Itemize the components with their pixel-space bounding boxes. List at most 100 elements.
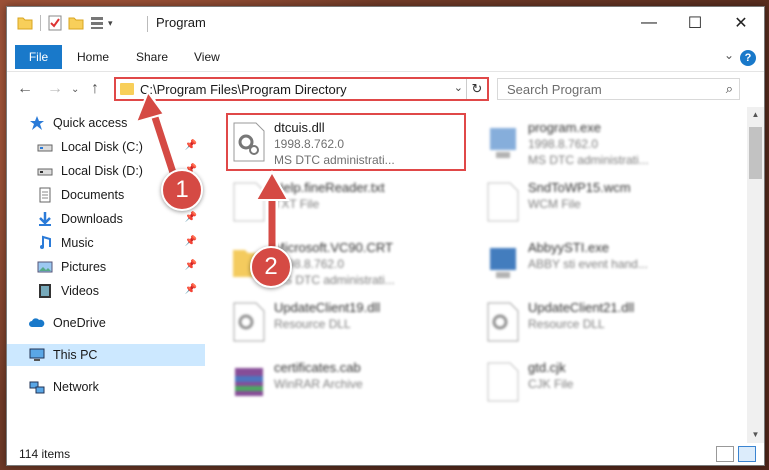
file-item-abbyysti-exe[interactable]: AbbyySTI.exe ABBY sti event hand... (480, 237, 720, 287)
file-description: MS DTC administrati... (274, 273, 395, 287)
tab-home[interactable]: Home (77, 50, 109, 64)
file-name: UpdateClient19.dll (274, 300, 381, 315)
sidebar-item-label: Network (53, 380, 99, 394)
window-title: Program (147, 15, 206, 32)
forward-button[interactable]: → (47, 80, 63, 98)
sidebar-item-label: Documents (61, 188, 125, 202)
sidebar-item-videos[interactable]: Videos 📌 (37, 280, 205, 302)
large-icons-view-icon[interactable] (738, 446, 756, 462)
file-name: program.exe (528, 120, 601, 135)
pictures-icon (37, 261, 53, 273)
recent-locations-icon[interactable]: ⌄ (71, 84, 79, 95)
file-item-gtd-cjk[interactable]: gtd.cjk CJK File (480, 357, 720, 407)
vertical-scrollbar[interactable]: ▲ ▼ (747, 107, 764, 443)
dll-icon (487, 302, 519, 342)
sidebar-item-network[interactable]: Network (29, 376, 205, 398)
exe-icon (490, 128, 516, 158)
sidebar-item-label: Quick access (53, 116, 128, 130)
status-bar: 114 items (7, 443, 764, 465)
highlight-box (226, 113, 466, 171)
file-type: Resource DLL (528, 317, 605, 331)
maximize-button[interactable]: ☐ (672, 7, 718, 38)
download-icon (39, 212, 51, 226)
title-bar: ▾ Program — ☐ ✕ (7, 7, 764, 38)
new-folder-icon[interactable] (68, 15, 84, 31)
sidebar-item-onedrive[interactable]: OneDrive (29, 312, 205, 334)
scroll-up-icon[interactable]: ▲ (747, 107, 764, 123)
tab-file[interactable]: File (15, 45, 62, 69)
divider (40, 15, 41, 31)
file-item-certificates-cab[interactable]: certificates.cab WinRAR Archive (226, 357, 466, 407)
callout-2: 2 (250, 246, 292, 288)
back-button[interactable]: ← (17, 80, 33, 98)
pin-icon[interactable]: 📌 (185, 236, 197, 247)
exe-icon (490, 248, 516, 278)
refresh-button[interactable]: ↻ (466, 79, 487, 99)
customize-icon[interactable] (89, 15, 105, 31)
scroll-down-icon[interactable]: ▼ (747, 427, 764, 443)
sidebar-item-downloads[interactable]: Downloads 📌 (37, 208, 205, 230)
star-icon (30, 116, 44, 130)
dll-icon (233, 302, 265, 342)
documents-icon (39, 187, 51, 203)
file-description: MS DTC administrati... (528, 153, 649, 167)
file-type: WinRAR Archive (274, 377, 363, 391)
file-name: AbbyySTI.exe (528, 240, 609, 255)
file-version: 1998.8.762.0 (528, 137, 599, 151)
search-placeholder: Search Program (507, 82, 602, 97)
sidebar-item-label: Music (61, 236, 94, 250)
pin-icon[interactable]: 📌 (185, 212, 197, 223)
sidebar-item-music[interactable]: Music 📌 (37, 232, 205, 254)
file-icon (487, 182, 519, 222)
divider (147, 15, 148, 32)
file-name: UpdateClient21.dll (528, 300, 635, 315)
sidebar-item-this-pc[interactable]: This PC (7, 344, 205, 366)
sidebar-item-label: OneDrive (53, 316, 106, 330)
sidebar-item-pictures[interactable]: Pictures 📌 (37, 256, 205, 278)
drive-icon (37, 168, 53, 176)
file-type: CJK File (528, 377, 574, 391)
tab-view[interactable]: View (194, 50, 220, 64)
file-name: SndToWP15.wcm (528, 180, 631, 195)
cloud-icon (29, 318, 45, 327)
file-type: WCM File (528, 197, 581, 211)
sidebar-item-label: This PC (53, 348, 98, 362)
chevron-down-icon[interactable]: ⌄ (454, 81, 463, 94)
archive-icon (235, 368, 263, 396)
close-button[interactable]: ✕ (718, 7, 764, 38)
drive-icon (37, 144, 53, 152)
file-explorer-window: ▾ Program — ☐ ✕ File Home Share View ⌄ ?… (6, 6, 765, 466)
sidebar-item-label: Pictures (61, 260, 107, 274)
computer-icon (29, 348, 45, 361)
music-icon (40, 235, 51, 249)
properties-icon[interactable] (47, 15, 63, 31)
window-title-text: Program (156, 15, 206, 30)
up-button[interactable]: ↑ (91, 80, 99, 98)
callout-1: 1 (161, 169, 203, 211)
pin-icon[interactable]: 📌 (185, 260, 197, 271)
scroll-thumb[interactable] (749, 127, 762, 179)
search-icon[interactable]: ⌕ (726, 81, 733, 97)
folder-icon[interactable] (17, 15, 33, 31)
videos-icon (39, 284, 51, 298)
pin-icon[interactable]: 📌 (185, 284, 197, 295)
file-description: ABBY sti event hand... (528, 257, 648, 271)
file-name: gtd.cjk (528, 360, 566, 375)
details-view-icon[interactable] (716, 446, 734, 462)
file-type: Resource DLL (274, 317, 351, 331)
expand-ribbon-icon[interactable]: ⌄ (724, 48, 734, 62)
minimize-button[interactable]: — (626, 7, 672, 38)
file-icon (487, 362, 519, 402)
help-icon[interactable]: ? (740, 50, 756, 66)
network-icon (29, 381, 45, 394)
tab-share[interactable]: Share (136, 50, 168, 64)
item-count: 114 items (19, 447, 71, 461)
search-input[interactable]: Search Program ⌕ (497, 78, 740, 100)
ribbon-tabs: File Home Share View ⌄ ? (7, 45, 764, 69)
file-item-program-exe[interactable]: program.exe 1998.8.762.0 MS DTC administ… (480, 117, 720, 167)
file-item-updateclient19[interactable]: UpdateClient19.dll Resource DLL (226, 297, 466, 347)
file-item-updateclient21[interactable]: UpdateClient21.dll Resource DLL (480, 297, 720, 347)
dropdown-arrow-icon[interactable]: ▾ (108, 18, 113, 29)
file-item-sndtowp15[interactable]: SndToWP15.wcm WCM File (480, 177, 720, 227)
quick-access-toolbar: ▾ (17, 15, 113, 31)
